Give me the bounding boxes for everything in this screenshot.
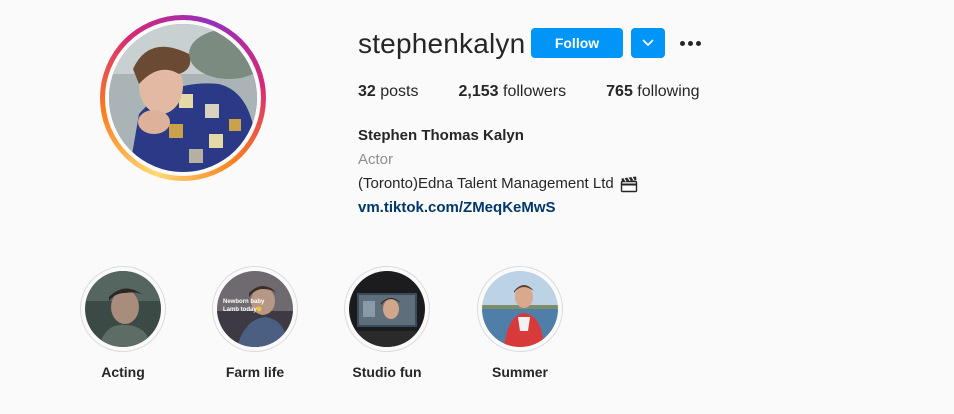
highlight-cover-image (85, 271, 161, 347)
more-options-button[interactable] (676, 31, 704, 55)
profile-username: stephenkalyn (358, 28, 526, 59)
more-dot-icon (679, 40, 685, 46)
clapper-board-icon (620, 176, 637, 193)
highlight-studio-fun[interactable]: Studio fun (344, 266, 430, 380)
highlight-summer[interactable]: Summer (477, 266, 563, 380)
highlight-acting[interactable]: Acting (80, 266, 166, 380)
profile-avatar-ring[interactable] (100, 15, 266, 181)
category-label: Actor (358, 151, 394, 168)
highlight-ring (477, 266, 563, 352)
highlight-cover-image: Newborn baby Lamb today (217, 271, 293, 347)
follow-button[interactable]: Follow (531, 28, 623, 58)
avatar-border (105, 20, 261, 176)
highlight-ring (80, 266, 166, 352)
followers-label: followers (503, 83, 567, 100)
profile-stats: 32 posts 2,153 followers 765 following (358, 83, 740, 101)
highlight-overlay-text: Newborn baby (223, 299, 265, 305)
bio-link[interactable]: vm.tiktok.com/ZMeqKeMwS (358, 199, 556, 216)
following-label: following (637, 83, 700, 100)
full-name: Stephen Thomas Kalyn (358, 127, 524, 144)
highlight-label: Farm life (225, 364, 285, 380)
followers-count: 2,153 (458, 83, 499, 100)
highlight-ring: Newborn baby Lamb today (212, 266, 298, 352)
highlight-label: Studio fun (352, 364, 422, 380)
following-count: 765 (606, 83, 633, 100)
more-dot-icon (687, 40, 693, 46)
highlight-ring (344, 266, 430, 352)
bio-description: (Toronto)Edna Talent Management Ltd (358, 172, 638, 196)
posts-count: 32 (358, 83, 376, 100)
avatar-image (109, 24, 257, 172)
highlight-label: Summer (491, 364, 549, 380)
more-dot-icon (695, 40, 701, 46)
bio-text: (Toronto)Edna Talent Management Ltd (358, 175, 614, 192)
chevron-down-icon (642, 39, 654, 46)
highlight-overlay-text: Lamb today (223, 307, 257, 313)
highlight-label: Acting (101, 364, 145, 380)
avatar[interactable] (109, 24, 257, 172)
highlight-cover-image (349, 271, 425, 347)
following-stat[interactable]: 765 following (606, 83, 699, 101)
posts-label: posts (380, 83, 419, 100)
profile-bio: Stephen Thomas Kalyn Actor (Toronto)Edna… (358, 124, 638, 220)
followers-stat[interactable]: 2,153 followers (459, 83, 567, 101)
highlight-cover-image (482, 271, 558, 347)
posts-stat: 32 posts (358, 83, 419, 101)
highlight-farm-life[interactable]: Newborn baby Lamb today Farm life (212, 266, 298, 380)
suggested-accounts-button[interactable] (631, 28, 665, 58)
